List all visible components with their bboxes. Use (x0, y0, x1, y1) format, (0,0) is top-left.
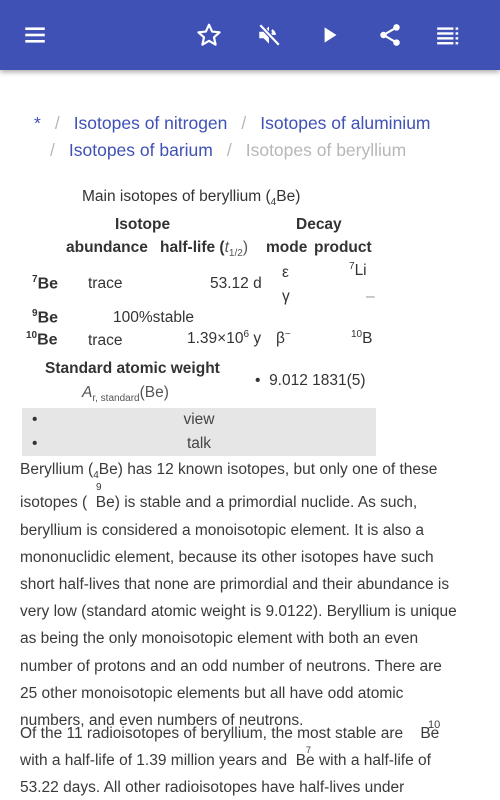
abundance-be7: trace (88, 275, 123, 292)
header-isotope: Isotope (115, 216, 171, 233)
saw-label: Standard atomic weight (45, 360, 220, 377)
col-halflife: half-life (t1/2) (160, 239, 248, 260)
share-button[interactable] (374, 19, 406, 51)
p1-line: beryllium is considered a monoisotopic e… (20, 521, 425, 539)
navbox-item-talk: • talk (22, 432, 376, 456)
breadcrumb-link-aluminium[interactable]: Isotopes of aluminium (260, 113, 430, 133)
halflife-be7: 53.12 d (210, 275, 262, 292)
favorite-button[interactable] (193, 19, 225, 51)
p1-line: as being the only monoisotopic element w… (20, 630, 419, 648)
share-icon (380, 24, 400, 46)
breadcrumb-current: Isotopes of beryllium (245, 140, 407, 160)
contents-button[interactable] (432, 19, 464, 51)
p1-line: Beryllium (4Be) has 12 known isotopes, b… (20, 461, 438, 482)
breadcrumb-separator: / (226, 140, 232, 160)
navbox-item-view: • view (22, 408, 376, 432)
p1-line: 25 other monoisotopic elements but all h… (20, 684, 404, 702)
mode-be10-beta: β− (276, 329, 291, 348)
breadcrumb-separator: / (54, 113, 60, 133)
saw-symbol: Ar, standard(Be) (82, 384, 169, 405)
header-decay: Decay (296, 216, 342, 233)
p2-line: with a half-life of 1.39 million years a… (20, 752, 431, 770)
floating-superscript-7: 7 (306, 745, 312, 755)
breadcrumb-link-barium[interactable]: Isotopes of barium (69, 140, 213, 160)
abundance-be10: trace (88, 332, 123, 349)
breadcrumb-separator: / (50, 140, 55, 160)
p2-line: 53.22 days. All other radioisotopes have… (20, 779, 405, 797)
p1-line: isotopes ( Be) is stable and a primordia… (20, 494, 418, 512)
p2-line: Of the 11 radioisotopes of beryllium, th… (20, 725, 440, 742)
p1-line: short half-lives that none are primordia… (20, 575, 450, 593)
breadcrumb-separator: / (241, 113, 247, 133)
star-icon (197, 23, 221, 46)
col-mode: mode (266, 239, 308, 256)
breadcrumb-home[interactable]: * (34, 113, 41, 133)
col-product: product (314, 239, 372, 256)
floating-superscript-9: 9 (96, 482, 102, 493)
abundance-be9: 100%stable (113, 309, 195, 326)
app-toolbar (0, 0, 500, 70)
view-link[interactable]: view (22, 408, 376, 432)
volume-off-icon (258, 23, 281, 47)
article-paragraph-2: Of the 11 radioisotopes of beryllium, th… (20, 719, 490, 800)
product-be7-none: – (366, 288, 375, 305)
floating-superscript-10: 10 (428, 719, 441, 731)
menu-icon (25, 27, 45, 43)
play-icon (324, 27, 337, 43)
halflife-be10: 1.39×106 y (187, 329, 262, 348)
breadcrumb-link-nitrogen[interactable]: Isotopes of nitrogen (74, 113, 228, 133)
p1-line: number of protons and an odd number of n… (20, 657, 442, 675)
infobox-caption: Main isotopes of beryllium (4Be) (82, 188, 301, 209)
mute-button[interactable] (253, 19, 285, 51)
mode-be7-gamma: γ (282, 288, 290, 305)
menu-button[interactable] (19, 19, 51, 51)
play-button[interactable] (314, 19, 346, 51)
article-paragraph-1: Beryllium (4Be) has 12 known isotopes, b… (20, 456, 490, 734)
product-be7-li: 7Li (349, 261, 367, 280)
saw-value: • 9.012 1831(5) (255, 372, 366, 389)
p1-line: very low (standard atomic weight is 9.01… (20, 603, 457, 621)
isotope-be9: 9Be (32, 308, 59, 327)
product-be10-b: 10B (351, 329, 373, 348)
playlist-icon (437, 27, 459, 45)
mode-be7-epsilon: ε (282, 264, 289, 281)
col-abundance: abundance (66, 239, 148, 256)
p1-line: mononuclidic element, because its other … (20, 548, 434, 566)
talk-link[interactable]: talk (22, 432, 376, 456)
navbox-links: • view • talk (22, 408, 376, 456)
isotope-be7: 7Be (32, 274, 59, 293)
isotope-be10: 10Be (26, 330, 58, 349)
